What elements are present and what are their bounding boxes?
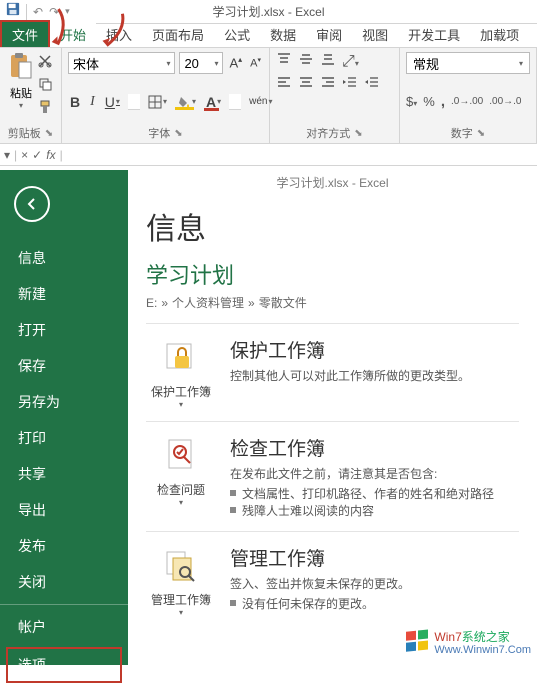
document-path: E:»个人资料管理»零散文件 (146, 294, 519, 311)
backstage-sidebar: 信息 新建 打开 保存 另存为 打印 共享 导出 发布 关闭 帐户 选项 (0, 170, 128, 665)
document-name: 学习计划 (146, 258, 519, 290)
group-clipboard: 粘贴 ▾ 剪贴板 ⬊ (0, 48, 62, 143)
fill-color-button[interactable]: ▾ (175, 95, 198, 109)
sidebar-item-save[interactable]: 保存 (0, 348, 128, 384)
windows-logo-icon (404, 628, 432, 659)
align-left-icon[interactable] (276, 75, 292, 94)
decrease-decimal-icon[interactable]: .00→.0 (489, 96, 521, 107)
tab-layout[interactable]: 页面布局 (142, 22, 214, 47)
border-button[interactable]: ▾ (146, 95, 169, 109)
tab-insert[interactable]: 插入 (96, 22, 142, 47)
backstage-window-title: 学习计划.xlsx - Excel (276, 174, 388, 191)
tab-home[interactable]: 开始 (50, 22, 96, 47)
ribbon: 粘贴 ▾ 剪贴板 ⬊ 宋体▾ 20▾ A▴ A▾ B I U▾ ▾ ▾ A▾ (0, 48, 537, 144)
manage-workbook-section: 管理工作簿 ▾ 管理工作簿 签入、签出并恢复未保存的更改。 没有任何未保存的更改… (146, 531, 519, 629)
sidebar-item-options[interactable]: 选项 (6, 647, 122, 683)
dialog-launcher-icon[interactable]: ⬊ (354, 128, 362, 139)
group-font: 宋体▾ 20▾ A▴ A▾ B I U▾ ▾ ▾ A▾ wén▾ 字体⬊ (62, 48, 270, 143)
percent-format-icon[interactable]: % (423, 94, 435, 109)
accounting-format-icon[interactable]: $▾ (406, 94, 417, 109)
sidebar-item-publish[interactable]: 发布 (0, 528, 128, 564)
decrease-font-icon[interactable]: A▾ (248, 56, 263, 70)
manage-title: 管理工作簿 (230, 544, 410, 571)
copy-icon[interactable] (38, 77, 52, 96)
paste-label: 粘贴 (6, 85, 36, 101)
back-button[interactable] (14, 186, 50, 222)
tab-review[interactable]: 审阅 (306, 22, 352, 47)
window-title: 学习计划.xlsx - Excel (212, 3, 324, 20)
page-title: 信息 (146, 204, 519, 248)
increase-font-icon[interactable]: A▴ (227, 55, 244, 70)
backstage-main: 学习计划.xlsx - Excel 信息 学习计划 E:»个人资料管理»零散文件… (128, 170, 537, 665)
manage-bullet-1: 没有任何未保存的更改。 (242, 595, 374, 612)
sidebar-item-open[interactable]: 打开 (0, 312, 128, 348)
manage-description: 签入、签出并恢复未保存的更改。 (230, 575, 410, 592)
group-number: 常规▾ $▾ % , .0→.00 .00→.0 数字 ⬊ (400, 48, 537, 143)
font-color-button[interactable]: A▾ (204, 94, 223, 110)
paste-button[interactable]: 粘贴 ▾ (6, 52, 36, 119)
qat-dropdown-icon[interactable]: ▾ (65, 6, 70, 17)
dialog-launcher-icon[interactable]: ⬊ (477, 128, 485, 139)
align-right-icon[interactable] (320, 75, 336, 94)
orientation-icon[interactable]: ⤢▾ (342, 53, 359, 71)
tab-addins[interactable]: 加载项 (470, 22, 529, 47)
watermark: Win7系统之家 Www.Winwin7.Com (404, 628, 531, 659)
ribbon-tabs: 文件 开始 插入 页面布局 公式 数据 审阅 视图 开发工具 加载项 (0, 24, 537, 48)
sidebar-item-info[interactable]: 信息 (0, 240, 128, 276)
inspect-bullet-2: 残障人士难以阅读的内容 (242, 502, 374, 519)
sidebar-item-print[interactable]: 打印 (0, 420, 128, 456)
protect-workbook-section: 保护工作簿 ▾ 保护工作簿 控制其他人可以对此工作簿所做的更改类型。 (146, 323, 519, 421)
group-alignment: ⤢▾ 对齐方式 ⬊ (270, 48, 400, 143)
comma-format-icon[interactable]: , (441, 93, 445, 110)
decrease-indent-icon[interactable] (342, 75, 358, 94)
tab-file[interactable]: 文件 (0, 20, 50, 47)
tab-formulas[interactable]: 公式 (214, 22, 260, 47)
dialog-launcher-icon[interactable]: ⬊ (174, 128, 182, 139)
formula-bar[interactable]: ▾|×✓fx| (0, 144, 537, 166)
bold-button[interactable]: B (68, 94, 82, 110)
align-bottom-icon[interactable] (320, 52, 336, 71)
align-top-icon[interactable] (276, 52, 292, 71)
manage-button[interactable]: 管理工作簿 ▾ (146, 544, 216, 617)
align-center-icon[interactable] (298, 75, 314, 94)
sidebar-item-account[interactable]: 帐户 (0, 609, 128, 645)
inspect-bullet-1: 文档属性、打印机路径、作者的姓名和绝对路径 (242, 485, 494, 502)
protect-workbook-button[interactable]: 保护工作簿 ▾ (146, 336, 216, 409)
backstage-view: 信息 新建 打开 保存 另存为 打印 共享 导出 发布 关闭 帐户 选项 学习计… (0, 170, 537, 665)
inspect-title: 检查工作簿 (230, 434, 494, 461)
sidebar-item-close[interactable]: 关闭 (0, 564, 128, 600)
dialog-launcher-icon[interactable]: ⬊ (45, 128, 53, 139)
undo-icon[interactable]: ↶ (33, 5, 43, 19)
sidebar-item-export[interactable]: 导出 (0, 492, 128, 528)
inspect-button[interactable]: 检查问题 ▾ (146, 434, 216, 519)
increase-indent-icon[interactable] (364, 75, 380, 94)
number-format-select[interactable]: 常规▾ (406, 52, 530, 74)
sidebar-item-new[interactable]: 新建 (0, 276, 128, 312)
tab-developer[interactable]: 开发工具 (398, 22, 470, 47)
align-middle-icon[interactable] (298, 52, 314, 71)
sidebar-item-saveas[interactable]: 另存为 (0, 384, 128, 420)
inspect-description: 在发布此文件之前，请注意其是否包含: (230, 465, 494, 482)
alignment-group-label: 对齐方式 (306, 125, 350, 141)
save-icon[interactable] (6, 2, 20, 21)
sidebar-item-share[interactable]: 共享 (0, 456, 128, 492)
increase-decimal-icon[interactable]: .0→.00 (451, 96, 483, 107)
font-name-select[interactable]: 宋体▾ (68, 52, 175, 74)
font-group-label: 字体 (148, 125, 170, 141)
number-group-label: 数字 (451, 125, 473, 141)
protect-title: 保护工作簿 (230, 336, 470, 363)
tab-view[interactable]: 视图 (352, 22, 398, 47)
cut-icon[interactable] (38, 54, 52, 73)
redo-icon[interactable]: ↷ (49, 5, 59, 19)
inspect-workbook-section: 检查问题 ▾ 检查工作簿 在发布此文件之前，请注意其是否包含: 文档属性、打印机… (146, 421, 519, 531)
underline-button[interactable]: U▾ (103, 94, 122, 110)
italic-button[interactable]: I (88, 94, 97, 110)
format-painter-icon[interactable] (38, 100, 52, 119)
font-size-select[interactable]: 20▾ (179, 52, 223, 74)
tab-data[interactable]: 数据 (260, 22, 306, 47)
protect-description: 控制其他人可以对此工作簿所做的更改类型。 (230, 367, 470, 384)
clipboard-group-label: 剪贴板 (8, 125, 41, 141)
paste-dropdown-icon[interactable]: ▾ (6, 101, 36, 110)
